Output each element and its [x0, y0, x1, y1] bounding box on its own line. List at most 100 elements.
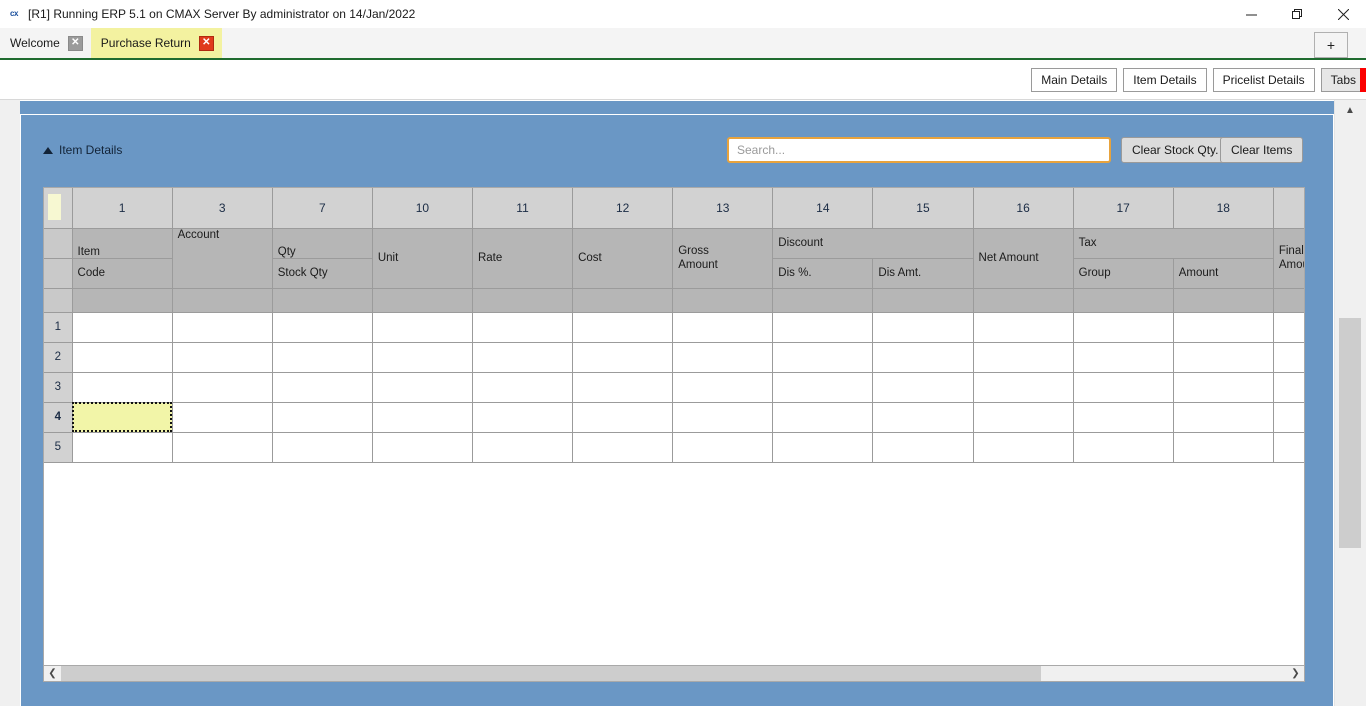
cell-r3-c17[interactable] [1073, 372, 1174, 403]
cell-r1-c1[interactable] [72, 312, 173, 343]
cell-r5-c10[interactable] [372, 432, 473, 463]
cell-r4-c11[interactable] [472, 402, 574, 433]
row-header-1[interactable]: 1 [44, 312, 73, 343]
cell-r3-c12[interactable] [572, 372, 674, 403]
row-header-5[interactable]: 5 [44, 432, 73, 463]
tab-purchase-return[interactable]: Purchase Return ✕ [90, 28, 222, 58]
table-row[interactable]: 5 [44, 432, 1304, 463]
row-header-4[interactable]: 4 [44, 402, 73, 433]
tab-welcome[interactable]: Welcome ✕ [0, 28, 91, 58]
tab-purchase-return-close-icon[interactable]: ✕ [198, 35, 214, 51]
cell-r4-c3[interactable] [172, 402, 273, 433]
scroll-up-arrow-icon[interactable]: ▲ [1335, 100, 1365, 120]
cell-r5-c14[interactable] [772, 432, 874, 463]
cell-r4-c7[interactable] [272, 402, 373, 433]
close-icon[interactable] [1320, 0, 1366, 28]
cell-r3-c3[interactable] [172, 372, 273, 403]
cell-r1-c16[interactable] [973, 312, 1074, 343]
cell-r4-c12[interactable] [572, 402, 674, 433]
restore-icon[interactable] [1274, 0, 1320, 28]
main-details-button[interactable]: Main Details [1031, 67, 1118, 92]
tab-welcome-close-icon[interactable]: ✕ [67, 35, 83, 51]
cell-r2-c7[interactable] [272, 342, 373, 373]
grid-corner-cell[interactable] [44, 188, 73, 229]
cell-r3-c10[interactable] [372, 372, 473, 403]
filter-cell-3[interactable] [172, 288, 273, 313]
cell-r5-c7[interactable] [272, 432, 373, 463]
active-cell[interactable] [72, 402, 173, 433]
col-num-17[interactable]: 17 [1073, 188, 1174, 229]
cell-r1-c10[interactable] [372, 312, 473, 343]
cell-r3-c15[interactable] [872, 372, 974, 403]
col-num-3[interactable]: 3 [172, 188, 273, 229]
col-num-16[interactable]: 16 [973, 188, 1074, 229]
v-scroll-thumb[interactable] [1339, 318, 1361, 548]
cell-r1-c12[interactable] [572, 312, 674, 343]
col-num-7[interactable]: 7 [272, 188, 373, 229]
scroll-left-arrow-icon[interactable]: ❮ [44, 666, 61, 681]
cell-r5-c1[interactable] [72, 432, 173, 463]
clear-stock-qty-button[interactable]: Clear Stock Qty. [1121, 137, 1230, 163]
cell-r5-c11[interactable] [472, 432, 574, 463]
cell-r2-c11[interactable] [472, 342, 574, 373]
cell-r2-c10[interactable] [372, 342, 473, 373]
table-row[interactable]: 4 [44, 402, 1304, 433]
cell-r1-c18[interactable] [1173, 312, 1274, 343]
cell-r4-c16[interactable] [973, 402, 1074, 433]
cell-r2-clast[interactable] [1273, 342, 1304, 373]
filter-cell-1[interactable] [72, 288, 173, 313]
cell-r1-clast[interactable] [1273, 312, 1304, 343]
filter-cell-12[interactable] [572, 288, 674, 313]
filter-cell-18[interactable] [1173, 288, 1274, 313]
item-details-section-toggle[interactable]: Item Details [43, 143, 122, 157]
cell-r3-c14[interactable] [772, 372, 874, 403]
cell-r2-c17[interactable] [1073, 342, 1174, 373]
filter-cell-17[interactable] [1073, 288, 1174, 313]
cell-r4-c15[interactable] [872, 402, 974, 433]
filter-cell-11[interactable] [472, 288, 574, 313]
cell-r5-c13[interactable] [672, 432, 774, 463]
col-num-12[interactable]: 12 [572, 188, 674, 229]
minimize-icon[interactable] [1228, 0, 1274, 28]
cell-r1-c15[interactable] [872, 312, 974, 343]
cell-r3-clast[interactable] [1273, 372, 1304, 403]
clear-items-button[interactable]: Clear Items [1220, 137, 1304, 163]
cell-r4-c13[interactable] [672, 402, 774, 433]
filter-cell-14[interactable] [772, 288, 874, 313]
col-num-15[interactable]: 15 [872, 188, 974, 229]
cell-r2-c18[interactable] [1173, 342, 1274, 373]
cell-r2-c13[interactable] [672, 342, 774, 373]
filter-cell-last[interactable] [1273, 288, 1304, 313]
row-header-2[interactable]: 2 [44, 342, 73, 373]
col-num-13[interactable]: 13 [672, 188, 774, 229]
cell-r3-c13[interactable] [672, 372, 774, 403]
new-tab-button[interactable]: + [1314, 32, 1348, 58]
cell-r1-c17[interactable] [1073, 312, 1174, 343]
cell-r4-c17[interactable] [1073, 402, 1174, 433]
cell-r3-c1[interactable] [72, 372, 173, 403]
cell-r5-c3[interactable] [172, 432, 273, 463]
item-details-grid[interactable]: 1 3 7 10 11 12 13 14 15 16 17 18 Item Ac… [43, 187, 1305, 669]
pricelist-details-button[interactable]: Pricelist Details [1212, 67, 1315, 92]
filter-cell-7[interactable] [272, 288, 373, 313]
cell-r1-c3[interactable] [172, 312, 273, 343]
cell-r2-c3[interactable] [172, 342, 273, 373]
cell-r2-c16[interactable] [973, 342, 1074, 373]
cell-r3-c7[interactable] [272, 372, 373, 403]
cell-r4-clast[interactable] [1273, 402, 1304, 433]
cell-r5-c17[interactable] [1073, 432, 1174, 463]
cell-r5-clast[interactable] [1273, 432, 1304, 463]
cell-r1-c7[interactable] [272, 312, 373, 343]
cell-r2-c14[interactable] [772, 342, 874, 373]
table-row[interactable]: 1 [44, 312, 1304, 343]
col-num-14[interactable]: 14 [772, 188, 874, 229]
grid-horizontal-scrollbar[interactable]: ❮ ❯ [43, 665, 1305, 682]
row-header-3[interactable]: 3 [44, 372, 73, 403]
cell-r4-c14[interactable] [772, 402, 874, 433]
cell-r4-c10[interactable] [372, 402, 473, 433]
cell-r5-c12[interactable] [572, 432, 674, 463]
page-vertical-scrollbar[interactable]: ▲ [1334, 100, 1366, 706]
cell-r5-c15[interactable] [872, 432, 974, 463]
cell-r2-c12[interactable] [572, 342, 674, 373]
col-num-1[interactable]: 1 [72, 188, 173, 229]
